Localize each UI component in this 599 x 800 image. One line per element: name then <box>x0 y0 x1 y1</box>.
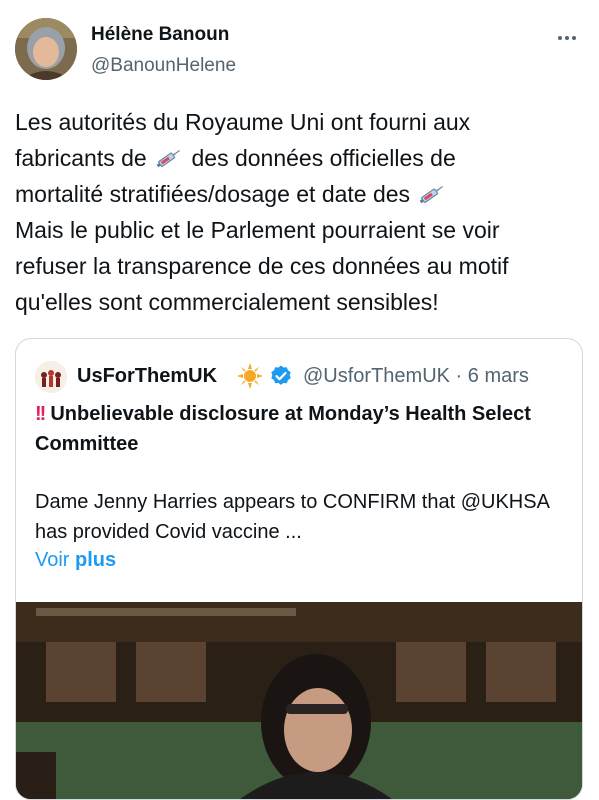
more-horizontal-icon[interactable] <box>552 28 582 48</box>
tweet-text-segment: Les autorités du Royaume Uni ont fourni … <box>15 109 471 135</box>
tweet-text-segment: refuser la transparence de ces données a… <box>15 253 509 279</box>
tweet-text: Les autorités du Royaume Uni ont fourni … <box>15 104 580 320</box>
quoted-video-thumbnail[interactable] <box>16 602 582 799</box>
tweet-text-segment: Mais le public et le Parlement pourraien… <box>15 217 500 243</box>
tweet-text-line: fabricants de des données officielles de <box>15 140 580 176</box>
tweet-text-segment: des données officielles de <box>191 145 456 171</box>
tweet-text-segment: mortalité stratifiées/dosage et date des <box>15 181 411 207</box>
double-exclamation-icon: !! <box>35 403 46 425</box>
tweet-text-segment: qu'elles sont commercialement sensibles! <box>15 289 439 315</box>
tweet-text-segment: fabricants de <box>15 145 147 171</box>
tweet-text-line: mortalité stratifiées/dosage et date des <box>15 176 580 212</box>
syringe-emoji <box>410 181 448 207</box>
see-more-bold: plus <box>75 549 117 571</box>
quoted-tweet-body: Dame Jenny Harries appears to CONFIRM th… <box>35 491 549 543</box>
tweet-text-line: qu'elles sont commercialement sensibles! <box>15 284 580 320</box>
quoted-tweet[interactable]: UsForThemUK @UsforThemUK · 6 mars !! Unbe… <box>15 338 583 800</box>
quoted-author-handle-date[interactable]: @UsforThemUK · 6 mars <box>303 365 529 388</box>
author-avatar[interactable] <box>15 18 77 80</box>
quoted-title-text: Unbelievable disclosure at Monday’s Heal… <box>35 403 531 455</box>
quoted-tweet-title: !! Unbelievable disclosure at Monday’s He… <box>35 399 565 459</box>
syringe-icon <box>420 186 444 204</box>
tweet-header: Hélène Banoun @BanounHelene <box>15 18 584 82</box>
quoted-author-avatar[interactable] <box>35 361 67 393</box>
author-handle[interactable]: @BanounHelene <box>91 55 236 77</box>
author-name[interactable]: Hélène Banoun <box>91 24 229 46</box>
quoted-tweet-header: UsForThemUK @UsforThemUK · 6 mars <box>35 359 572 393</box>
verified-badge-icon <box>271 365 291 385</box>
tweet-text-line: refuser la transparence de ces données a… <box>15 248 580 284</box>
tweet-text-line: Mais le public et le Parlement pourraien… <box>15 212 580 248</box>
see-more-prefix: Voir <box>35 549 70 571</box>
syringe-icon <box>156 150 181 168</box>
sun-icon <box>237 363 263 389</box>
tweet-text-line: Les autorités du Royaume Uni ont fourni … <box>15 104 580 140</box>
quoted-author-name[interactable]: UsForThemUK <box>77 365 217 388</box>
see-more-link[interactable]: Voir plus <box>35 549 116 572</box>
syringe-emoji <box>147 145 192 171</box>
